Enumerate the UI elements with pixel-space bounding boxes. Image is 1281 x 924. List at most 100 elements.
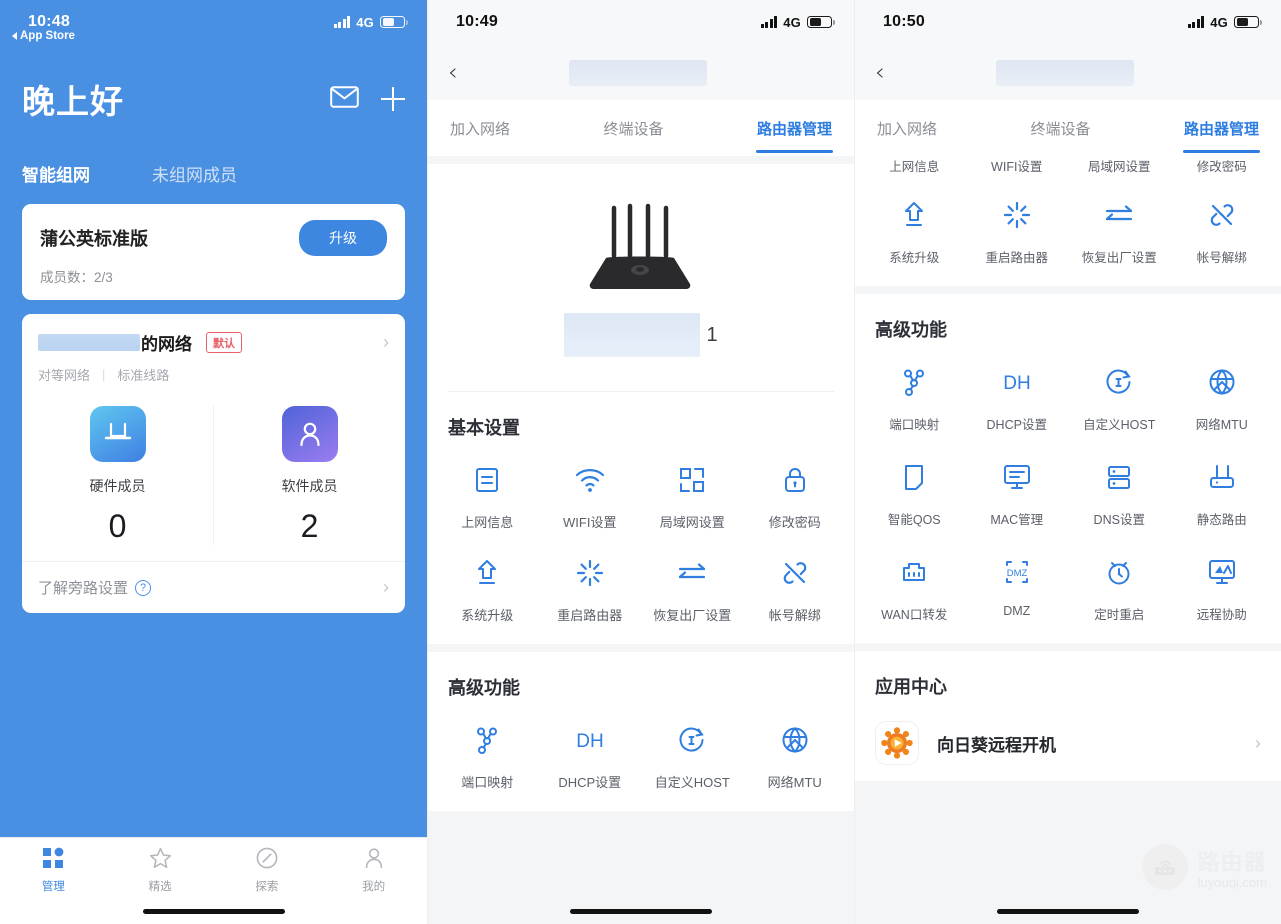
item-scheduled-restart[interactable]: 定时重启 bbox=[1068, 552, 1171, 623]
item-static-route[interactable]: 静态路由 bbox=[1171, 457, 1274, 528]
item-unbind-account[interactable]: 帐号解绑 bbox=[744, 553, 847, 624]
item-dns-settings[interactable]: DNS设置 bbox=[1068, 457, 1171, 528]
lan-icon bbox=[641, 460, 744, 500]
item-wan-forwarding[interactable]: WAN口转发 bbox=[863, 552, 966, 623]
item-internet-info[interactable]: 上网信息 bbox=[863, 156, 966, 175]
host-icon bbox=[1068, 362, 1171, 402]
battery-icon bbox=[1234, 15, 1262, 29]
item-custom-host[interactable]: 自定义HOST bbox=[641, 720, 744, 791]
panel-home: 10:48 4G App Store 晚上好 智能组网 未组网成员 蒲公英标准版… bbox=[0, 0, 427, 924]
chevron-right-icon[interactable]: › bbox=[1255, 733, 1261, 754]
item-wifi-settings[interactable]: WIFI设置 bbox=[539, 460, 642, 531]
plan-card: 蒲公英标准版 升级 成员数：2/3 bbox=[22, 204, 405, 300]
plus-icon[interactable] bbox=[381, 87, 405, 111]
item-factory-reset[interactable]: 恢复出厂设置 bbox=[1068, 195, 1171, 266]
item-system-upgrade[interactable]: 系统升级 bbox=[436, 553, 539, 624]
advanced-grid-2: 端口映射 DH DHCP设置 自定义HOST 网络MTU bbox=[428, 706, 854, 811]
meta-divider: | bbox=[102, 367, 106, 382]
network-card[interactable]: 的网络 默认 › 对等网络 | 标准线路 硬件成员 0 软件成员 2 了解旁路设… bbox=[22, 314, 405, 613]
watermark-en: luyouqi.com bbox=[1197, 874, 1267, 890]
unlink-icon bbox=[1171, 195, 1274, 235]
item-dhcp-settings[interactable]: DH DHCP设置 bbox=[539, 720, 642, 791]
item-port-mapping[interactable]: 端口映射 bbox=[863, 362, 966, 433]
item-smart-qos[interactable]: 智能QOS bbox=[863, 457, 966, 528]
router-watermark-icon bbox=[1141, 844, 1188, 890]
status-badge: 默认 bbox=[206, 332, 242, 353]
item-label: DHCP设置 bbox=[986, 418, 1047, 432]
member-software[interactable]: 软件成员 2 bbox=[213, 406, 405, 545]
document-icon bbox=[436, 460, 539, 500]
person-icon bbox=[281, 406, 338, 462]
chevron-right-icon[interactable]: › bbox=[383, 332, 389, 353]
app-row-sunflower[interactable]: 向日葵远程开机 › bbox=[855, 705, 1281, 781]
item-label: 局域网设置 bbox=[659, 515, 725, 530]
item-dmz[interactable]: DMZ DMZ bbox=[966, 552, 1069, 623]
item-system-upgrade[interactable]: 系统升级 bbox=[863, 195, 966, 266]
item-lan-settings[interactable]: 局域网设置 bbox=[641, 460, 744, 531]
status-indicators: 4G bbox=[760, 15, 835, 30]
dmz-icon: DMZ bbox=[966, 552, 1069, 592]
status-time: 10:48 bbox=[28, 13, 70, 30]
item-label: 定时重启 bbox=[1094, 608, 1145, 622]
item-factory-reset[interactable]: 恢复出厂设置 bbox=[641, 553, 744, 624]
greeting-row: 晚上好 bbox=[22, 60, 405, 138]
item-remote-assist[interactable]: 远程协助 bbox=[1171, 552, 1274, 623]
signal-bars-icon bbox=[333, 16, 351, 28]
item-lan-settings[interactable]: 局域网设置 bbox=[1068, 156, 1171, 175]
tab-router-management[interactable]: 路由器管理 bbox=[755, 118, 834, 153]
monitor-icon bbox=[966, 457, 1069, 497]
item-label: 自定义HOST bbox=[654, 775, 730, 790]
port-map-icon bbox=[863, 362, 966, 402]
item-restart-router[interactable]: 重启路由器 bbox=[539, 553, 642, 624]
status-bar-3: 10:50 4G bbox=[855, 0, 1281, 44]
item-unbind-account[interactable]: 帐号解绑 bbox=[1171, 195, 1274, 266]
mail-icon[interactable] bbox=[330, 85, 359, 113]
tab-explore-label: 探索 bbox=[255, 881, 279, 893]
item-restart-router[interactable]: 重启路由器 bbox=[966, 195, 1069, 266]
item-change-password[interactable]: 修改密码 bbox=[1171, 156, 1274, 175]
upgrade-button[interactable]: 升级 bbox=[299, 220, 387, 256]
bypass-settings-label: 了解旁路设置 bbox=[38, 580, 129, 597]
member-hardware[interactable]: 硬件成员 0 bbox=[22, 406, 213, 545]
network-type-label: 4G bbox=[1210, 14, 1228, 30]
item-internet-info[interactable]: 上网信息 bbox=[436, 460, 539, 531]
tab-router-management[interactable]: 路由器管理 bbox=[1182, 118, 1261, 153]
nav-bar-2: ‹ bbox=[428, 44, 854, 100]
timer-icon bbox=[1068, 552, 1171, 592]
compass-icon bbox=[256, 847, 278, 869]
tab-mine[interactable]: 我的 bbox=[320, 838, 427, 924]
item-mac-management[interactable]: MAC管理 bbox=[966, 457, 1069, 528]
tab-join-network[interactable]: 加入网络 bbox=[450, 118, 510, 139]
svg-text:DH: DH bbox=[576, 731, 603, 752]
chevron-left-icon[interactable]: ‹ bbox=[448, 60, 458, 84]
bypass-settings-row[interactable]: 了解旁路设置 ? › bbox=[22, 561, 405, 613]
watermark-text: 路由器 luyouqi.com bbox=[1198, 845, 1267, 890]
item-label: DMZ bbox=[1003, 604, 1031, 618]
item-network-mtu[interactable]: 网络MTU bbox=[744, 720, 847, 791]
tab-terminal-devices[interactable]: 终端设备 bbox=[603, 118, 663, 139]
factory-reset-icon bbox=[641, 553, 744, 593]
segment-smart-network[interactable]: 智能组网 bbox=[22, 161, 90, 186]
segment-ungrouped-members[interactable]: 未组网成员 bbox=[152, 161, 237, 186]
tab-manage[interactable]: 管理 bbox=[0, 838, 107, 924]
question-circle-icon[interactable]: ? bbox=[135, 579, 152, 596]
chevron-right-icon[interactable]: › bbox=[383, 577, 389, 598]
device-name-row: 1 bbox=[428, 307, 854, 391]
item-port-mapping[interactable]: 端口映射 bbox=[436, 720, 539, 791]
item-dhcp-settings[interactable]: DH DHCP设置 bbox=[966, 362, 1069, 433]
chevron-left-icon[interactable]: ‹ bbox=[875, 60, 885, 84]
tab-terminal-devices[interactable]: 终端设备 bbox=[1030, 118, 1090, 139]
panel-router-management-scrolled: 10:50 4G ‹ 加入网络 终端设备 路由器管理 上网信息 WIFI设置 局… bbox=[854, 0, 1281, 924]
upgrade-arrow-icon bbox=[436, 553, 539, 593]
item-network-mtu[interactable]: 网络MTU bbox=[1171, 362, 1274, 433]
member-hardware-count: 0 bbox=[108, 508, 127, 544]
tab-join-network[interactable]: 加入网络 bbox=[877, 118, 937, 139]
remote-assist-icon bbox=[1171, 552, 1274, 592]
item-custom-host[interactable]: 自定义HOST bbox=[1068, 362, 1171, 433]
item-wifi-settings[interactable]: WIFI设置 bbox=[966, 156, 1069, 175]
back-to-appstore-link[interactable]: App Store bbox=[12, 30, 75, 42]
item-label: 端口映射 bbox=[889, 418, 940, 432]
signal-bars-icon bbox=[760, 16, 778, 28]
item-change-password[interactable]: 修改密码 bbox=[744, 460, 847, 531]
nav-bar-3: ‹ bbox=[855, 44, 1281, 100]
